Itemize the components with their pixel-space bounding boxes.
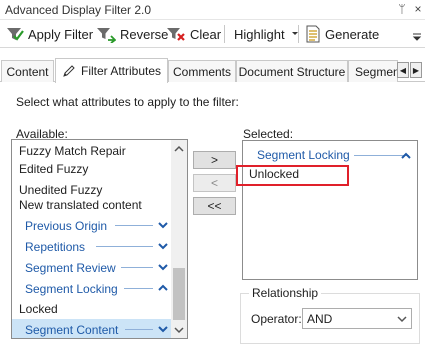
tab-label: Document Structure [238, 64, 346, 79]
group-header-repetitions[interactable]: Repetitions [12, 236, 172, 257]
tab-scroll-left-icon[interactable]: ◀ [397, 62, 409, 78]
toolbar-separator [224, 25, 225, 43]
available-list-scrollbar[interactable] [171, 140, 187, 338]
chevron-down-icon [397, 316, 407, 323]
tab-comments[interactable]: Comments [168, 60, 236, 82]
window-title: Advanced Display Filter 2.0 [5, 3, 152, 17]
apply-filter-label: Apply Filter [28, 26, 94, 42]
tab-label: Segment [355, 64, 397, 79]
selected-list[interactable]: Segment Locking Unlocked [242, 140, 418, 280]
close-icon[interactable]: × [411, 1, 425, 17]
scroll-down-icon[interactable] [174, 325, 184, 335]
group-header-segment-locking[interactable]: Segment Locking [12, 278, 172, 299]
add-button[interactable]: > [193, 151, 236, 169]
operator-select[interactable]: AND [302, 308, 412, 329]
group-divider [125, 329, 153, 330]
group-divider [96, 246, 153, 247]
chevron-down-icon[interactable] [156, 322, 170, 336]
highlight-dropdown[interactable]: Highlight [234, 23, 305, 45]
available-list[interactable]: Fuzzy Match Repair Edited Fuzzy Unedited… [11, 139, 188, 339]
chevron-down-icon[interactable] [156, 260, 170, 274]
group-label: Repetitions [25, 239, 86, 254]
tab-document-structure[interactable]: Document Structure [236, 60, 348, 82]
apply-filter-icon [7, 28, 24, 41]
title-bar: Advanced Display Filter 2.0 ᛘ × [0, 0, 425, 20]
annotation-highlight-box [236, 165, 349, 186]
tab-segment[interactable]: Segment [348, 60, 398, 82]
tab-label: Content [6, 64, 49, 79]
group-header-previous-origin[interactable]: Previous Origin [12, 215, 172, 236]
operator-label: Operator: [251, 312, 302, 326]
list-item-label: Edited Fuzzy [19, 161, 89, 176]
tab-scroll-right-icon[interactable]: ▶ [410, 62, 422, 78]
generate-label: Generate [325, 26, 380, 42]
relationship-legend: Relationship [249, 286, 322, 300]
group-label: Segment Locking [25, 281, 118, 296]
tab-label: Comments [172, 64, 231, 79]
reverse-label: Reverse [120, 26, 169, 42]
scroll-up-icon[interactable] [174, 144, 184, 154]
group-divider [115, 225, 153, 226]
reverse-button[interactable]: Reverse [96, 23, 168, 45]
clear-button[interactable]: Clear [166, 23, 221, 45]
clear-label: Clear [190, 26, 222, 42]
remove-all-button[interactable]: << [193, 197, 236, 215]
relationship-group: Relationship Operator: AND [240, 286, 420, 344]
list-item[interactable]: Edited Fuzzy [12, 158, 172, 179]
reverse-filter-icon [97, 28, 116, 43]
group-label: Segment Review [25, 260, 116, 275]
group-header-segment-content[interactable]: Segment Content [12, 319, 172, 338]
chevron-up-icon[interactable] [399, 149, 413, 163]
group-header-segment-review[interactable]: Segment Review [12, 257, 172, 278]
list-item-label: New translated content [19, 197, 142, 212]
remove-button[interactable]: < [193, 174, 236, 192]
apply-filter-button[interactable]: Apply Filter [6, 23, 93, 45]
group-label: Segment Locking [257, 148, 350, 162]
tab-filter-attributes[interactable]: Filter Attributes [55, 58, 168, 83]
selected-label: Selected: [243, 127, 294, 141]
chevron-up-icon[interactable] [156, 281, 170, 295]
list-item-label: Fuzzy Match Repair [19, 143, 126, 158]
group-label: Previous Origin [25, 218, 108, 233]
group-divider [121, 267, 153, 268]
group-label: Segment Content [25, 322, 119, 337]
clear-filter-icon [167, 28, 185, 41]
highlight-label: Highlight [234, 26, 285, 42]
toolbar: Apply Filter Reverse Clear Highlight Gen… [0, 20, 425, 48]
tab-content[interactable]: Content [1, 60, 54, 82]
chevron-down-icon[interactable] [156, 218, 170, 232]
list-item-label: Locked [19, 301, 58, 316]
list-item[interactable]: New translated content [12, 194, 172, 215]
toolbar-separator [298, 25, 299, 43]
tab-strip: Content Filter Attributes Comments Docum… [0, 58, 425, 83]
toolbar-overflow-icon[interactable] [411, 24, 423, 44]
group-divider [124, 288, 153, 289]
pencil-icon [63, 65, 75, 77]
instruction-text: Select what attributes to apply to the f… [16, 95, 239, 109]
chevron-down-icon[interactable] [156, 239, 170, 253]
operator-value: AND [307, 311, 333, 326]
document-icon [306, 25, 320, 43]
generate-button[interactable]: Generate [305, 23, 379, 45]
tab-label: Filter Attributes [80, 64, 162, 78]
list-item[interactable]: Locked [12, 298, 172, 319]
scrollbar-thumb[interactable] [173, 268, 185, 320]
selected-group-segment-locking[interactable]: Segment Locking [257, 148, 415, 164]
pin-icon[interactable]: ᛘ [395, 1, 409, 17]
